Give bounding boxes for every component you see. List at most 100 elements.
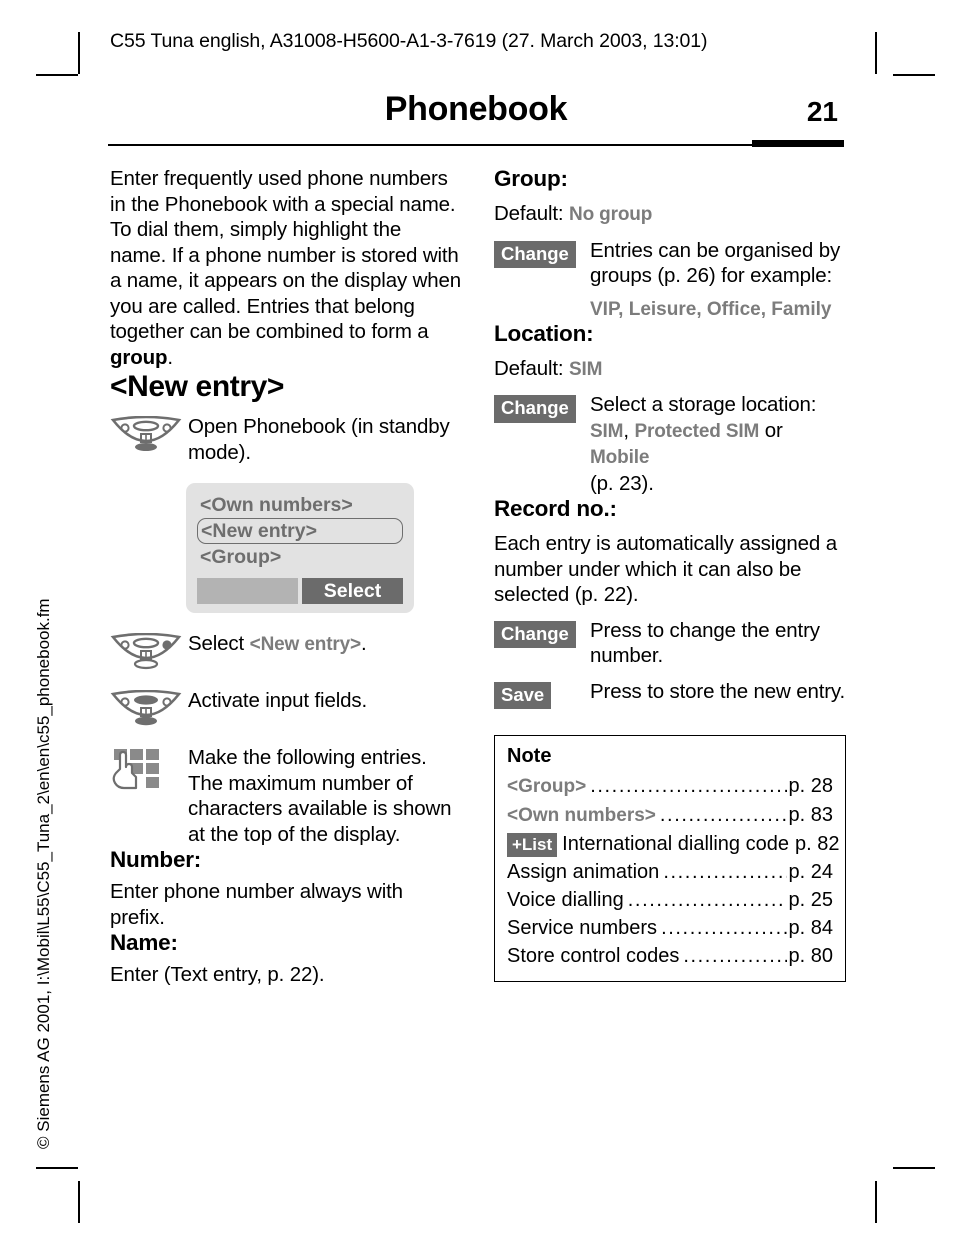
step-select-new-entry-text: Select <New entry>. <box>188 631 462 658</box>
record-change-row: Change Press to change the entry number. <box>494 618 846 669</box>
step-activate-input-fields-text: Activate input fields. <box>188 689 368 712</box>
name-section-heading: Name: <box>110 930 178 955</box>
page-header: Phonebook 21 <box>108 90 844 147</box>
note-row-label: International dialling code <box>562 833 789 855</box>
note-row-label: Voice dialling <box>507 889 624 911</box>
document-path-footer: © Siemens AG 2001, I:\Mobil\L55\C55_Tuna… <box>34 598 53 1149</box>
note-row-page: p. 80 <box>788 945 833 967</box>
display-softkey-bar: Select <box>197 578 403 613</box>
group-change-row: Change Entries can be organised by group… <box>494 238 846 289</box>
crop-mark-top-left-horizontal <box>36 74 78 76</box>
note-row-label: Service numbers <box>507 917 658 939</box>
crop-mark-bottom-left-vertical <box>78 1181 80 1223</box>
location-sep-2: or <box>759 418 783 442</box>
note-row[interactable]: <Group>.................................… <box>507 772 833 801</box>
page-title: Phonebook <box>384 90 568 128</box>
location-default-label: Default: <box>494 356 564 380</box>
note-row-label: Store control codes <box>507 945 680 967</box>
note-row-page: p. 83 <box>788 804 833 826</box>
note-row[interactable]: Voice dialling..........................… <box>507 886 833 914</box>
nav-key-press-icon <box>110 688 188 735</box>
location-desc-line1: Select a storage location: <box>590 393 817 416</box>
note-box: Note <Group>............................… <box>494 735 846 982</box>
step-select-prefix: Select <box>188 632 250 655</box>
page-number: 21 <box>806 96 838 127</box>
group-default-value: No group <box>569 204 653 225</box>
location-option-sim: SIM <box>590 420 624 442</box>
note-row-leader: ........................................… <box>661 917 786 939</box>
note-row-page: p. 24 <box>788 861 833 883</box>
note-row-page: p. 82 <box>794 833 840 855</box>
note-row-page: p. 25 <box>788 889 833 911</box>
step-make-entries: Make the following entries. The maximum … <box>110 745 462 847</box>
display-line-new-entry-selected[interactable]: <New entry> <box>197 518 403 544</box>
group-examples-spacer <box>494 299 590 302</box>
phone-display-mock: <Own numbers> <New entry> <Group> Select <box>186 483 414 613</box>
record-save-key: Save <box>494 679 590 709</box>
group-change-key: Change <box>494 238 590 268</box>
note-row[interactable]: Assign animation........................… <box>507 858 833 886</box>
note-box-rows: <Group>.................................… <box>507 772 839 970</box>
crop-mark-top-right-vertical <box>875 32 877 74</box>
note-row-leader: ........................................… <box>627 889 787 911</box>
note-row[interactable]: <Own numbers>...........................… <box>507 801 833 830</box>
list-button[interactable]: +List <box>507 833 558 857</box>
location-desc-line3: (p. 23). <box>590 471 654 495</box>
note-row-label: <Group> <box>507 776 587 797</box>
group-section-heading: Group: <box>494 166 568 191</box>
crop-mark-top-right-horizontal <box>893 74 935 76</box>
note-row-leader: ........................................… <box>590 775 786 797</box>
left-column: Enter frequently used phone numbers in t… <box>110 166 462 988</box>
group-default-line: Default: No group <box>494 201 846 228</box>
crop-mark-bottom-right-vertical <box>875 1181 877 1223</box>
display-line-group[interactable]: <Group> <box>197 545 403 569</box>
crop-mark-top-left-vertical <box>78 32 80 74</box>
change-button[interactable]: Change <box>494 395 576 423</box>
step-activate-input-fields: Activate input fields. <box>110 688 462 735</box>
location-change-description: Select a storage location: SIM, Protecte… <box>590 392 846 496</box>
note-row-page: p. 84 <box>788 917 833 939</box>
location-default-value: SIM <box>569 358 603 380</box>
right-column: Group: Default: No group Change Entries … <box>494 166 846 982</box>
note-row[interactable]: Store control codes.....................… <box>507 942 833 970</box>
number-section-text: Enter phone number always with prefix. <box>110 880 403 929</box>
location-option-mobile: Mobile <box>590 447 650 468</box>
new-entry-heading: <New entry> <box>110 370 285 403</box>
record-section-description: Each entry is automatically assigned a n… <box>494 532 837 606</box>
step-select-suffix: . <box>360 632 367 655</box>
note-box-title: Note <box>507 745 552 767</box>
header-rule-accent <box>752 140 844 147</box>
crop-mark-bottom-left-horizontal <box>36 1167 78 1169</box>
header-rule <box>108 144 844 146</box>
step-select-term: <New entry> <box>249 634 362 655</box>
note-row-leader: ........................................… <box>683 945 786 967</box>
group-change-description: Entries can be organised by groups (p. 2… <box>590 238 841 288</box>
save-button[interactable]: Save <box>494 681 552 709</box>
group-examples-row: VIP, Leisure, Office, Family <box>494 299 846 321</box>
note-row-leader: ........................................… <box>659 804 787 826</box>
step-make-entries-text: Make the following entries. The maximum … <box>188 746 452 846</box>
step-open-phonebook-text: Open Phonebook (in standby mode). <box>188 415 450 464</box>
record-save-row: Save Press to store the new entry. <box>494 679 846 709</box>
record-change-key: Change <box>494 618 590 648</box>
softkey-select-button[interactable]: Select <box>302 578 403 604</box>
group-default-label: Default: <box>494 202 564 225</box>
running-head: C55 Tuna english, A31008-H5600-A1-3-7619… <box>110 30 708 52</box>
display-line-own-numbers[interactable]: <Own numbers> <box>197 493 403 517</box>
step-open-phonebook: Open Phonebook (in standby mode). <box>110 414 462 465</box>
change-button[interactable]: Change <box>494 620 576 648</box>
record-section-heading: Record no.: <box>494 496 617 521</box>
note-row-leader: ........................................… <box>663 861 786 883</box>
softkey-left-button[interactable] <box>197 578 298 604</box>
name-section-text: Enter (Text entry, p. 22). <box>110 963 325 986</box>
note-row[interactable]: Service numbers.........................… <box>507 914 833 942</box>
step-select-new-entry: Select <New entry>. <box>110 631 462 678</box>
location-change-row: Change Select a storage location: SIM, P… <box>494 392 846 496</box>
location-section-heading: Location: <box>494 320 594 346</box>
note-row[interactable]: +ListInternational dialling code........… <box>507 830 839 858</box>
nav-key-open-icon <box>110 414 188 461</box>
location-change-key: Change <box>494 392 590 423</box>
change-button[interactable]: Change <box>494 240 576 268</box>
location-option-protected-sim: Protected SIM <box>634 420 760 442</box>
nav-key-scroll-icon <box>110 631 188 678</box>
